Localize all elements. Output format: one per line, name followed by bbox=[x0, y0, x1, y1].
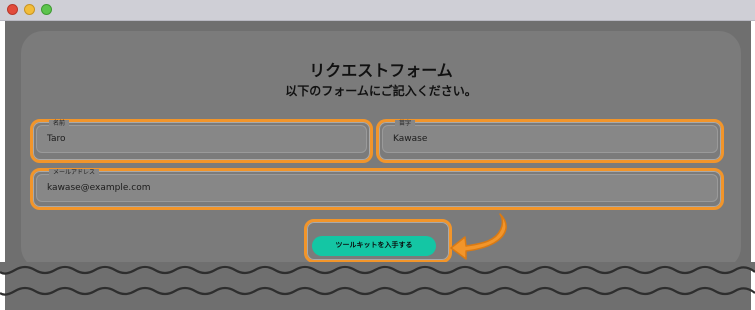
first-name-label: 名前 bbox=[49, 120, 70, 128]
minimize-window-icon[interactable] bbox=[24, 4, 35, 15]
email-field[interactable]: メールアドレス kawase@example.com bbox=[36, 169, 718, 202]
orange-arrow-icon bbox=[450, 213, 507, 260]
last-name-label: 苗字 bbox=[395, 120, 416, 128]
email-label: メールアドレス bbox=[49, 169, 100, 177]
window-titlebar bbox=[0, 0, 755, 21]
last-name-field[interactable]: 苗字 Kawase bbox=[382, 120, 718, 153]
last-name-value: Kawase bbox=[393, 134, 428, 144]
email-value: kawase@example.com bbox=[47, 183, 151, 193]
first-name-field[interactable]: 名前 Taro bbox=[36, 120, 367, 153]
get-toolkit-button[interactable]: ツールキットを入手する bbox=[312, 236, 436, 256]
form-title: リクエストフォーム bbox=[309, 61, 453, 80]
maximize-window-icon[interactable] bbox=[41, 4, 52, 15]
form-subtitle: 以下のフォームにご記入ください。 bbox=[285, 84, 477, 98]
browser-window: リクエストフォーム 以下のフォームにご記入ください。 名前 Taro 苗字 Ka… bbox=[0, 0, 755, 310]
torn-edge-divider bbox=[0, 262, 755, 296]
close-window-icon[interactable] bbox=[7, 4, 18, 15]
first-name-value: Taro bbox=[47, 134, 66, 144]
